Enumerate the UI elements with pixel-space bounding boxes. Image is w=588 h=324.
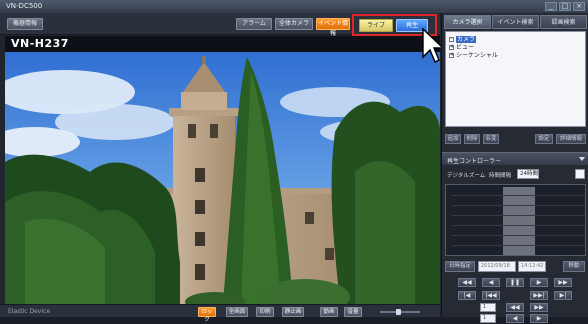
minimize-button[interactable]: _ [545, 2, 557, 11]
camera-image [5, 52, 440, 304]
time-interval-select[interactable]: 24時間 [517, 169, 539, 179]
digital-zoom-label[interactable]: デジタルズーム [447, 171, 485, 179]
camera-tree: - カメラ + ビュー + シーケンシャル [445, 31, 586, 127]
datetime-row: 日時指定 2012/09/18 14:12:42 移動 [445, 261, 586, 273]
datetime-label[interactable]: 日時指定 [445, 261, 475, 272]
right-panel-tabs: カメラ選択 イベント検索 録画検索 [442, 15, 588, 29]
timeline-graph[interactable] [445, 184, 586, 256]
tab-event-search[interactable]: イベント検索 [492, 15, 539, 29]
tree-item-sequential[interactable]: + シーケンシャル [449, 50, 498, 59]
speed-spinner-1[interactable]: 1 [480, 303, 496, 312]
details-button[interactable]: 詳細情報 [556, 134, 586, 144]
event-info-button[interactable]: イベント情報 [316, 18, 350, 37]
app-window: VN-DC500 _ □ × 機器情報 アラーム 全体カメラ イベント情報 ライ… [0, 0, 588, 323]
close-button[interactable]: × [573, 2, 585, 11]
camera-name-bar: VN-H237 [5, 36, 440, 52]
step-forward-fast-button[interactable]: ▶▶ [530, 303, 548, 312]
step-back-button[interactable]: ◀ [506, 314, 524, 323]
tree-button-row: 追加 削除 名変 設定 詳細情報 [445, 134, 586, 145]
skip-end-button[interactable]: ▶| [554, 291, 572, 300]
right-panel: カメラ選択 イベント検索 録画検索 - カメラ + ビュー + シーケンシャル 追加 … [441, 13, 588, 323]
play-button[interactable]: ▶ [530, 278, 548, 287]
cursor-arrow-icon [422, 27, 443, 63]
fast-rewind-button[interactable]: ◀◀ [458, 278, 476, 287]
step-back-fast-button[interactable]: ◀◀ [506, 303, 524, 312]
video-button[interactable]: 動画 [320, 307, 338, 317]
all-camera-button[interactable]: 全体カメラ [275, 18, 313, 30]
snapshot-button[interactable]: 静止画 [282, 307, 304, 317]
window-titlebar: VN-DC500 _ □ × [0, 0, 588, 13]
timeline-gridline [452, 235, 585, 236]
step-forward-button[interactable]: ▶ [530, 314, 548, 323]
speed-spinner-2[interactable]: 1 [480, 314, 496, 323]
volume-slider-knob[interactable] [396, 309, 401, 315]
time-field[interactable]: 14:12:42 [518, 261, 546, 272]
device-model-label: Elastic Device [8, 308, 51, 315]
skip-forward-button[interactable]: ▶▶| [530, 291, 548, 300]
print-button[interactable]: 印刷 [256, 307, 274, 317]
device-info-button[interactable]: 機器情報 [7, 18, 43, 30]
lock-button[interactable]: ロック [198, 307, 216, 323]
timeline-gridline [452, 195, 585, 196]
delete-button[interactable]: 削除 [464, 134, 480, 144]
pause-button[interactable]: ❚❚ [506, 278, 524, 287]
camera-name: VN-H237 [11, 37, 69, 50]
playback-controller-header[interactable]: 再生コントローラー [442, 152, 588, 165]
alarm-button[interactable]: アラーム [236, 18, 272, 30]
fast-forward-button[interactable]: ▶▶ [554, 278, 572, 287]
timeline-gridline [452, 205, 585, 206]
reverse-play-button[interactable]: ◀ [482, 278, 500, 287]
maximize-button[interactable]: □ [559, 2, 571, 11]
fullscreen-button[interactable]: 全画面 [226, 307, 248, 317]
window-controls: _ □ × [545, 2, 585, 11]
playback-controller-title: 再生コントローラー [447, 158, 502, 165]
expand-icon[interactable]: + [449, 53, 454, 58]
window-title: VN-DC500 [6, 2, 43, 10]
playback-options-row: デジタルズーム 時間間隔 24時間 [445, 169, 586, 181]
skip-back-button[interactable]: |◀◀ [482, 291, 500, 300]
settings-button[interactable]: 設定 [535, 134, 553, 144]
live-mode-button[interactable]: ライブ [359, 19, 393, 32]
move-button[interactable]: 移動 [563, 261, 585, 272]
rename-button[interactable]: 名変 [483, 134, 499, 144]
add-button[interactable]: 追加 [445, 134, 461, 144]
timeline-gridline [452, 215, 585, 216]
time-interval-label: 時間間隔 [489, 173, 512, 179]
volume-button[interactable]: 音量 [344, 307, 362, 317]
bottom-toolbar: Elastic Device ロック 全画面 印刷 静止画 動画 音量 [0, 304, 440, 323]
timeline-gridline [452, 245, 585, 246]
timeline-gridline [452, 225, 585, 226]
tab-camera-select[interactable]: カメラ選択 [444, 15, 491, 29]
tab-recording-search[interactable]: 録画検索 [540, 15, 587, 29]
date-field[interactable]: 2012/09/18 [478, 261, 516, 272]
dropdown-arrow-icon[interactable] [579, 157, 585, 161]
video-view[interactable] [5, 52, 440, 304]
export-button[interactable] [575, 169, 585, 179]
skip-start-button[interactable]: |◀ [458, 291, 476, 300]
